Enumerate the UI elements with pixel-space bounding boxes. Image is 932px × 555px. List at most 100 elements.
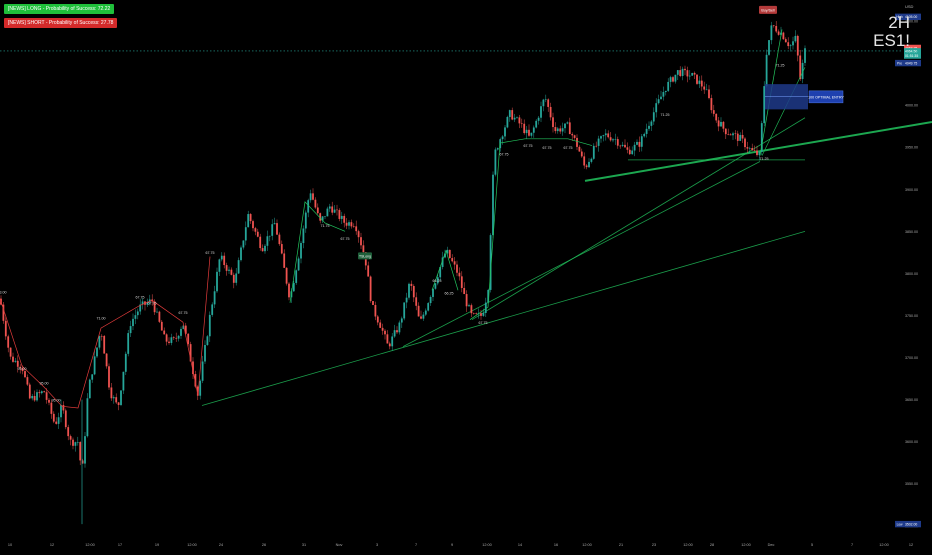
time-tick: 12:00: [582, 543, 592, 547]
trendline: [471, 117, 806, 321]
candle: [218, 258, 221, 276]
candle-body: [213, 291, 216, 305]
candle: [496, 147, 499, 151]
chart-area[interactable]: 67.75 67.75 71.00 67.75 67.75 95.00 95.00 95.00…: [0, 0, 932, 550]
candle-body: [724, 128, 727, 135]
candle-body: [24, 371, 26, 378]
candle: [36, 389, 38, 402]
candle-body: [348, 222, 350, 226]
candle: [403, 302, 406, 321]
price-chart[interactable]: 67.7567.7571.0067.7567.7595.0095.0095.00…: [0, 0, 932, 550]
candle-body: [309, 193, 312, 201]
candle-body: [739, 134, 742, 141]
candle: [232, 272, 235, 289]
candle-body: [696, 74, 698, 84]
candle-body: [220, 255, 223, 260]
candle: [412, 284, 415, 303]
time-tick: 12:00: [741, 543, 751, 547]
candle-body: [693, 72, 696, 75]
candle: [180, 326, 182, 339]
candle: [314, 197, 317, 209]
candle-body: [4, 320, 7, 337]
candle-body: [511, 110, 514, 120]
candle-body: [331, 206, 334, 213]
candle-body: [62, 405, 65, 411]
candle: [688, 70, 691, 80]
candle-body: [501, 136, 504, 140]
candle-body: [206, 336, 209, 346]
marker-price: 01:51:35: [905, 54, 918, 58]
top-signal-label: Buy/Sell: [761, 8, 774, 12]
candle: [340, 211, 343, 225]
candle: [268, 235, 271, 242]
pivot-annotation: 71.25: [661, 113, 670, 117]
candle-body: [415, 297, 418, 306]
candle: [204, 340, 206, 364]
candle: [208, 311, 211, 342]
candle-body: [391, 336, 394, 347]
candle-body: [787, 42, 790, 47]
candle: [528, 124, 530, 137]
candle: [672, 75, 674, 83]
candle: [312, 188, 314, 201]
candle-body: [636, 141, 638, 145]
time-tick: 12: [50, 543, 54, 547]
candle: [652, 107, 655, 125]
price-marker: Low 3502.00: [895, 520, 921, 528]
candle-body: [602, 135, 605, 137]
candle-body: [508, 110, 511, 117]
candle-body: [388, 343, 391, 347]
candle: [410, 280, 413, 291]
candle-body: [633, 144, 636, 151]
candle-body: [170, 337, 173, 343]
candle: [559, 125, 562, 134]
candle: [602, 134, 605, 142]
candle: [520, 118, 523, 128]
candle-body: [16, 360, 19, 367]
candle-body: [86, 398, 89, 437]
time-tick: 19: [155, 543, 159, 547]
candle: [513, 113, 516, 123]
candle-body: [722, 121, 725, 129]
price-tick: 3800.00: [905, 272, 918, 276]
candle: [136, 308, 139, 320]
candle: [542, 98, 545, 112]
marker-tag-label: Low: [897, 522, 904, 526]
candle-body: [412, 286, 415, 298]
candle-body: [343, 215, 346, 223]
candle-body: [266, 236, 269, 246]
candle: [621, 141, 624, 148]
candle: [523, 119, 526, 135]
candle-body: [232, 274, 235, 283]
candle-body: [252, 221, 254, 229]
candle-body: [542, 99, 545, 107]
candle: [369, 275, 372, 303]
candle-body: [256, 231, 259, 237]
pivot-annotation: 67.75: [564, 146, 573, 150]
candle: [525, 126, 528, 139]
candle-body: [732, 133, 734, 136]
candle: [660, 90, 662, 100]
pivot-annotation: 66.25: [433, 279, 442, 283]
candle: [156, 307, 158, 314]
candle: [727, 128, 730, 136]
candle: [247, 210, 250, 228]
candle: [568, 117, 571, 135]
candle: [676, 69, 679, 81]
candle-body: [676, 70, 679, 75]
candle: [355, 220, 358, 235]
candle: [55, 417, 58, 425]
ts-flag-label: TSLong: [359, 254, 371, 258]
candle: [722, 121, 725, 133]
candle-body: [165, 334, 168, 342]
entry-label: 100 OPTIMAL ENTRY: [808, 95, 844, 99]
candle-body: [604, 133, 607, 136]
candle-body: [547, 99, 550, 107]
timeframe-label: 2H: [888, 13, 910, 32]
candle-body: [751, 148, 754, 151]
candle-body: [156, 311, 158, 313]
candle-body: [424, 310, 427, 315]
candle-body: [518, 117, 521, 124]
candle: [242, 240, 245, 250]
candle-body: [463, 287, 466, 295]
